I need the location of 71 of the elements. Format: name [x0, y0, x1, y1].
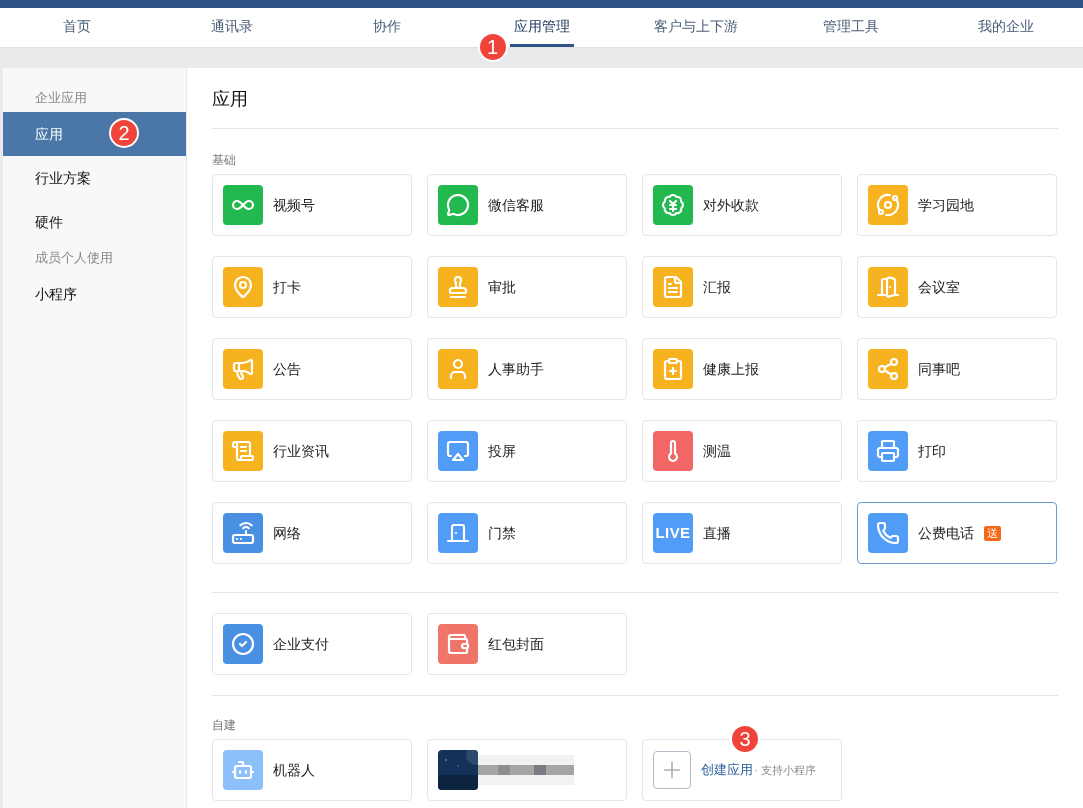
section-label: 基础: [212, 152, 237, 169]
app-card[interactable]: 行业资讯: [212, 420, 412, 482]
sidebar-item[interactable]: 应用 2: [3, 112, 186, 156]
app-card[interactable]: 微信客服: [427, 174, 627, 236]
app-name: 测温: [703, 441, 731, 461]
nav-tab[interactable]: 应用管理: [509, 8, 574, 47]
app-card[interactable]: 网络: [212, 502, 412, 564]
app-name: 行业资讯: [273, 441, 329, 461]
app-name: 网络: [273, 523, 301, 543]
annotation-marker: 2: [109, 118, 139, 148]
app-card[interactable]: 企业支付: [212, 613, 412, 675]
nav-tab[interactable]: 客户与上下游: [650, 8, 743, 47]
app-name: 人事助手: [488, 359, 544, 379]
app-name: 机器人: [273, 760, 315, 780]
app-name: 健康上报: [703, 359, 759, 379]
app-name: 同事吧: [918, 359, 960, 379]
app-name: 打卡: [273, 277, 301, 297]
nav-tab[interactable]: 首页: [59, 8, 96, 47]
nav-tab[interactable]: 协作: [368, 8, 405, 47]
app-card[interactable]: 审批: [427, 256, 627, 318]
sidebar-item[interactable]: 小程序: [3, 272, 186, 316]
page-title: 应用: [212, 68, 1058, 129]
app-name: 会议室: [918, 277, 960, 297]
section-label: 自建: [212, 717, 237, 734]
app-name: 直播: [703, 523, 731, 543]
app-name: 审批: [488, 277, 516, 297]
app-name: 学习园地: [918, 195, 974, 215]
app-card[interactable]: 打卡: [212, 256, 412, 318]
nav-tab[interactable]: 我的企业: [973, 8, 1038, 47]
app-card[interactable]: 会议室: [857, 256, 1057, 318]
app-name: 企业支付: [273, 634, 329, 654]
app-card[interactable]: 公费电话 送: [857, 502, 1057, 564]
app-card[interactable]: 打印: [857, 420, 1057, 482]
app-card[interactable]: 汇报: [642, 256, 842, 318]
app-name: 公告: [273, 359, 301, 379]
app-name: 对外收款: [703, 195, 759, 215]
app-name: 微信客服: [488, 195, 544, 215]
app-name: 红包封面: [488, 634, 544, 654]
app-card[interactable]: 对外收款: [642, 174, 842, 236]
app-name: 投屏: [488, 441, 516, 461]
app-card[interactable]: 同事吧: [857, 338, 1057, 400]
app-card[interactable]: 测温: [642, 420, 842, 482]
sidebar-item[interactable]: 行业方案: [3, 156, 186, 200]
app-card[interactable]: 视频号: [212, 174, 412, 236]
app-card[interactable]: 红包封面: [427, 613, 627, 675]
plus-icon: [653, 751, 691, 789]
app-name: 视频号: [273, 195, 315, 215]
app-card[interactable]: [427, 739, 627, 801]
nav-tab[interactable]: 通讯录: [207, 8, 258, 47]
sidebar-item[interactable]: 硬件: [3, 200, 186, 244]
app-card[interactable]: 公告: [212, 338, 412, 400]
annotation-marker: 3: [730, 724, 760, 754]
create-app-hint: · 支持小程序: [754, 762, 816, 778]
app-card[interactable]: 投屏: [427, 420, 627, 482]
create-app-label: 创建应用: [701, 761, 753, 780]
app-card[interactable]: 学习园地: [857, 174, 1057, 236]
app-name: 公费电话: [918, 523, 974, 543]
app-card[interactable]: 门禁: [427, 502, 627, 564]
nav-tab[interactable]: 管理工具: [818, 8, 883, 47]
gift-badge: 送: [984, 525, 1001, 541]
annotation-marker: 1: [477, 32, 508, 62]
app-card[interactable]: 健康上报: [642, 338, 842, 400]
app-card[interactable]: LIVE 直播: [642, 502, 842, 564]
app-card[interactable]: 机器人: [212, 739, 412, 801]
app-name: 打印: [918, 441, 946, 461]
app-name: 门禁: [488, 523, 516, 543]
live-icon: LIVE: [653, 513, 693, 553]
sidebar-header: 成员个人使用: [34, 249, 114, 267]
sidebar-header: 企业应用: [34, 89, 88, 107]
app-card[interactable]: 人事助手: [427, 338, 627, 400]
app-name: 汇报: [703, 277, 731, 297]
